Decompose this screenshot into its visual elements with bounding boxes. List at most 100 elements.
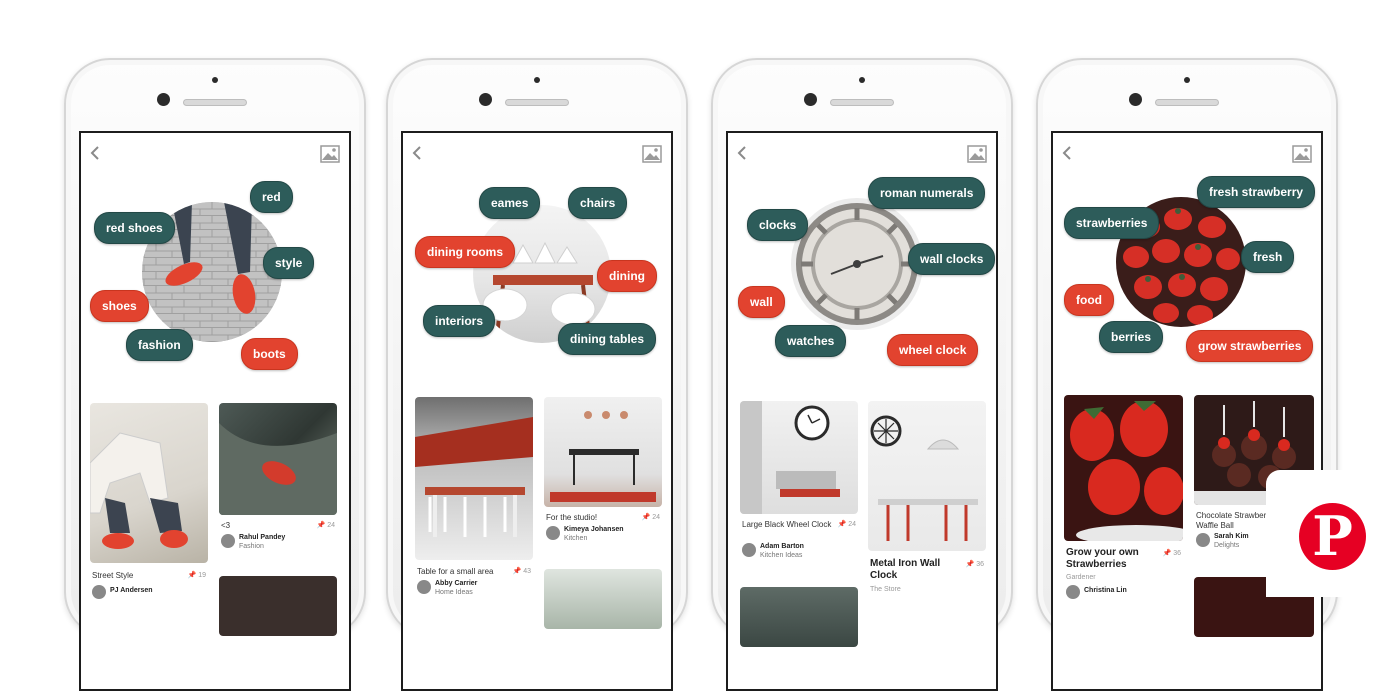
phone-sensor — [212, 77, 218, 83]
pinterest-logo-icon[interactable]: P — [1299, 503, 1366, 570]
pin-image — [740, 401, 858, 514]
pin-title: Large Black Wheel Clock — [742, 520, 832, 529]
pin-user[interactable]: Kimeya Johansen — [564, 526, 624, 533]
screen-3: roman numerals clocks wall clocks wall w… — [726, 131, 998, 691]
pin-count: 📌 36 — [1162, 550, 1181, 557]
pin-count-value: 43 — [523, 568, 531, 575]
phone-sensor — [1184, 77, 1190, 83]
tag-boots[interactable]: boots — [241, 338, 298, 370]
pin-user[interactable]: Sarah Kim — [1214, 533, 1249, 540]
tag-berries[interactable]: berries — [1099, 321, 1164, 353]
pin-count-value: 36 — [976, 561, 984, 568]
tag-shoes[interactable]: shoes — [90, 290, 149, 322]
tag-eames[interactable]: eames — [479, 187, 541, 219]
image-icon[interactable] — [642, 145, 662, 163]
phone-speaker — [830, 99, 894, 106]
tag-fresh[interactable]: fresh — [1241, 241, 1295, 273]
avatar[interactable] — [546, 526, 560, 540]
pin-image — [544, 397, 662, 507]
phone-camera — [157, 93, 170, 106]
pin-title: Metal Iron Wall Clock — [870, 558, 941, 581]
image-icon[interactable] — [1292, 145, 1312, 163]
tag-chairs[interactable]: chairs — [568, 187, 628, 219]
tag-red-shoes[interactable]: red shoes — [94, 212, 175, 244]
pin-user[interactable]: Rahul Pandey — [239, 534, 285, 541]
pin-title: Chocolate Strawberry Waffle Ball — [1196, 511, 1273, 530]
back-arrow-icon[interactable] — [90, 145, 100, 161]
pin-card[interactable]: Large Black Wheel Clock 📌 24 Adam Barton… — [740, 401, 858, 656]
tag-wall[interactable]: wall — [738, 286, 785, 318]
tag-fashion[interactable]: fashion — [126, 329, 193, 361]
screen-4: fresh strawberry strawberries fresh food… — [1051, 131, 1323, 691]
pin-board: Kitchen — [564, 535, 588, 542]
pin-user[interactable]: Abby Carrier — [435, 580, 477, 587]
image-icon[interactable] — [320, 145, 340, 163]
pin-image — [219, 403, 337, 515]
pin-card[interactable]: <3 📌 24 Rahul Pandey Fashion — [219, 403, 337, 653]
pin-card[interactable]: For the studio! 📌 24 Kimeya Johansen Kit… — [544, 397, 662, 657]
pin-card[interactable]: Metal Iron Wall Clock 📌 36 The Store — [868, 401, 986, 656]
pin-count: 📌 24 — [641, 514, 660, 521]
avatar[interactable] — [417, 580, 431, 594]
phone-camera — [804, 93, 817, 106]
pin-count: 📌 19 — [187, 572, 206, 579]
pin-card[interactable]: Table for a small area 📌 43 Abby Carrier… — [415, 397, 533, 657]
phone-speaker — [1155, 99, 1219, 106]
tag-style[interactable]: style — [263, 247, 315, 279]
tag-wheel-clock[interactable]: wheel clock — [887, 334, 979, 366]
tag-dining-rooms[interactable]: dining rooms — [415, 236, 515, 268]
avatar[interactable] — [742, 543, 756, 557]
phone-camera — [479, 93, 492, 106]
phone-camera — [1129, 93, 1142, 106]
phone-speaker — [183, 99, 247, 106]
pin-count-value: 24 — [652, 514, 660, 521]
phone-2: eames chairs dining rooms dining interio… — [386, 58, 688, 691]
tag-watches[interactable]: watches — [775, 325, 847, 357]
pin-card[interactable]: Grow your own Strawberries 📌 36 Gardener… — [1064, 395, 1183, 655]
pin-count-value: 24 — [848, 521, 856, 528]
pin-title: For the studio! — [546, 513, 598, 522]
pin-board: Kitchen Ideas — [760, 552, 803, 559]
back-arrow-icon[interactable] — [1062, 145, 1072, 161]
visual-search-photo — [791, 198, 923, 330]
pin-title: <3 — [221, 521, 231, 530]
back-arrow-icon[interactable] — [737, 145, 747, 161]
pinterest-logo-card: P — [1266, 470, 1400, 597]
pin-board: Home Ideas — [435, 589, 473, 596]
tag-wall-clocks[interactable]: wall clocks — [908, 243, 996, 275]
pin-image — [1064, 395, 1183, 541]
pin-count: 📌 24 — [837, 521, 856, 528]
pin-title: Table for a small area — [417, 567, 494, 576]
pin-source: The Store — [870, 586, 901, 593]
tag-food[interactable]: food — [1064, 284, 1114, 316]
pin-user[interactable]: PJ Andersen — [110, 587, 153, 594]
pin-user[interactable]: Adam Barton — [760, 543, 804, 550]
avatar[interactable] — [221, 534, 235, 548]
tag-dining-tables[interactable]: dining tables — [558, 323, 657, 355]
pin-count-value: 24 — [327, 522, 335, 529]
tag-strawberries[interactable]: strawberries — [1064, 207, 1160, 239]
tag-grow-strawberries[interactable]: grow strawberries — [1186, 330, 1314, 362]
pin-user[interactable]: Christina Lin — [1084, 587, 1127, 594]
pin-card[interactable]: Street Style 📌 19 PJ Andersen — [90, 403, 208, 653]
pin-image — [544, 569, 662, 629]
back-arrow-icon[interactable] — [412, 145, 422, 161]
tag-dining[interactable]: dining — [597, 260, 657, 292]
image-icon[interactable] — [967, 145, 987, 163]
tag-fresh-strawberry[interactable]: fresh strawberry — [1197, 176, 1316, 208]
avatar[interactable] — [1196, 533, 1210, 547]
pin-count: 📌 43 — [512, 568, 531, 575]
tag-interiors[interactable]: interiors — [423, 305, 496, 337]
tag-clocks[interactable]: clocks — [747, 209, 809, 241]
phone-1: red red shoes style shoes fashion boots … — [64, 58, 366, 691]
screen-1: red red shoes style shoes fashion boots … — [79, 131, 351, 691]
phone-3: roman numerals clocks wall clocks wall w… — [711, 58, 1013, 691]
tag-roman-numerals[interactable]: roman numerals — [868, 177, 986, 209]
pin-image — [219, 576, 337, 636]
pin-count: 📌 24 — [316, 522, 335, 529]
pin-count-value: 36 — [1173, 550, 1181, 557]
tag-red[interactable]: red — [250, 181, 293, 213]
pin-count: 📌 36 — [965, 561, 984, 568]
pin-image — [740, 587, 858, 647]
pin-image — [868, 401, 986, 551]
